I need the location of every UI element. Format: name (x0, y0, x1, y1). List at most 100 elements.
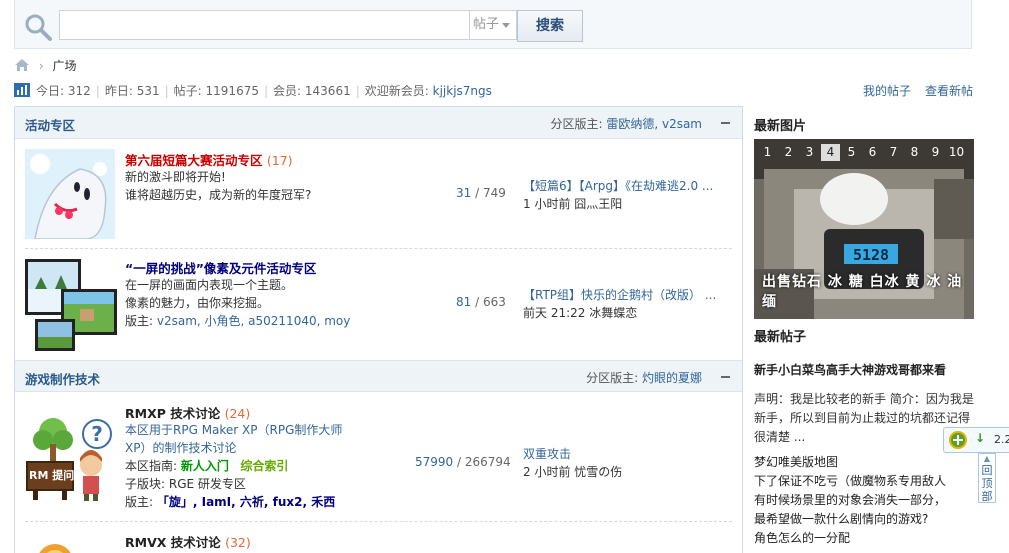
forum-mods-links[interactable]: 「旋」, IamI, 六祈, fux2, 禾西 (157, 495, 335, 509)
stats-posts: 1191675 (205, 84, 259, 98)
forum-row: 第六届短篇大赛活动专区 (17) 新的激斗即将开始! 谁将超越历史，成为新的年度… (15, 139, 742, 247)
forum-row: ? RM 提问 RMXP 技术讨论 (24) 本区用于RPG Maker XP（… (15, 392, 742, 520)
share-widget[interactable]: ↓ 2.2 (943, 427, 1009, 453)
list-item[interactable]: 角色怎么的一分配 (754, 529, 976, 548)
forum-desc-link[interactable]: XP）的制作技术讨论 (125, 441, 236, 455)
chevron-down-icon (502, 23, 510, 28)
category-mod-link[interactable]: 灼眼的夏娜 (642, 371, 702, 385)
guide-link-newbie[interactable]: 新人入门 (181, 459, 229, 473)
category-title[interactable]: 游戏制作技术 (25, 369, 100, 388)
stats-yesterday-label: 昨日: (104, 84, 133, 98)
forum-name-link[interactable]: RMVX 技术讨论 (32) (125, 532, 251, 551)
image-slider[interactable]: 5 12 8 1 2 3 4 5 6 7 8 9 10 出售钻石 冰 糖 白冰 黄 冰 油 缅 (754, 139, 974, 319)
forum-last-post: 双重攻击 2 小时前 忧雪の伤 (523, 445, 622, 481)
slider-page-8[interactable]: 8 (905, 144, 924, 161)
breadcrumb: › 广场 (14, 58, 76, 74)
slider-page-7[interactable]: 7 (884, 144, 903, 161)
forum-count-separator: / (471, 186, 483, 200)
slider-page-10[interactable]: 10 (947, 144, 966, 161)
plus-icon[interactable] (948, 430, 968, 450)
subforum-link[interactable]: RGE 研发专区 (169, 477, 246, 491)
forum-icon-rmvx[interactable] (25, 532, 85, 553)
user-links: 我的帖子 查看新帖 (849, 83, 973, 99)
list-item[interactable]: 梦幻唯美版地图 (754, 453, 976, 472)
forum-desc-line: 新的激斗即将开始! (125, 170, 226, 184)
stats-yesterday: 531 (136, 84, 160, 98)
slider-page-3[interactable]: 3 (800, 144, 819, 161)
newest-member-link[interactable]: kjjkjs7ngs (433, 84, 492, 98)
arrow-down-icon: ↓ (975, 431, 986, 445)
forum-count-separator: / (453, 455, 465, 469)
stats-members-label: 会员: (273, 84, 302, 98)
forum-desc-line: 像素的魅力，由你来挖掘。 (125, 296, 270, 310)
last-post-title-link[interactable]: 双重攻击 (523, 447, 571, 461)
category-moderators: 分区版主: 灼眼的夏娜 (586, 369, 702, 386)
forum-name-link[interactable]: “一屏的挑战”像素及元件活动专区 (125, 258, 316, 277)
slider-page-6[interactable]: 6 (863, 144, 882, 161)
collapse-icon[interactable] (721, 376, 730, 378)
search-button[interactable]: 搜索 (517, 10, 583, 42)
category-header-activity: 活动专区 分区版主: 雷欧纳德, v2sam (15, 107, 742, 139)
slider-page-9[interactable]: 9 (926, 144, 945, 161)
forum-icon-short-contest[interactable] (25, 149, 115, 239)
search-type-label: 帖子 (473, 17, 500, 32)
category-mod-link[interactable]: 雷欧纳德 (606, 117, 654, 131)
breadcrumb-current: 广场 (52, 59, 77, 73)
forum-list: 活动专区 分区版主: 雷欧纳德, v2sam 第六届短篇大赛活动专区 (17) … (14, 106, 743, 553)
last-post-user-link[interactable]: 忧雪の伤 (574, 465, 622, 479)
stats-today-label: 今日: (36, 84, 65, 98)
search-input[interactable] (59, 10, 469, 40)
forum-desc-link[interactable]: 本区用于RPG Maker XP（RPG制作大师 (125, 423, 342, 437)
list-item[interactable]: 下了保证不吃亏（做魔物系专用敌人 (754, 472, 976, 491)
forum-today-count: (24) (224, 406, 251, 421)
search-bar: 帖子 搜索 (14, 0, 972, 49)
forum-desc-line: 在一屏的画面内表现一个主题。 (125, 278, 294, 292)
slider-caption[interactable]: 出售钻石 冰 糖 白冰 黄 冰 油 缅 (762, 271, 974, 311)
forum-description: 本区用于RPG Maker XP（RPG制作大师 XP）的制作技术讨论 本区指南… (125, 421, 342, 511)
back-to-top-button[interactable]: ▲ 回顶部 (978, 453, 996, 503)
last-post-title-link[interactable]: 【短篇6】【Arpg】《在劫难逃2.0 ... (523, 179, 713, 193)
forum-last-post: 【短篇6】【Arpg】《在劫难逃2.0 ... 1 小时前 囧灬王阳 (523, 177, 713, 213)
search-type-dropdown[interactable]: 帖子 (469, 10, 517, 40)
hot-post-title[interactable]: 新手小白菜鸟高手大神游戏哥都来看 (754, 361, 976, 380)
share-count: 2.2 (994, 433, 1009, 446)
slider-page-4[interactable]: 4 (821, 144, 840, 161)
new-posts-link[interactable]: 查看新帖 (925, 84, 973, 98)
my-posts-link[interactable]: 我的帖子 (863, 84, 911, 98)
forum-name: 第六届短篇大赛活动专区 (125, 153, 263, 168)
home-icon[interactable] (14, 58, 30, 72)
forum-name-link[interactable]: RMXP 技术讨论 (24) (125, 403, 250, 422)
forum-counts: 81 / 663 (456, 295, 506, 309)
last-post-title-link[interactable]: 【RTP组】快乐的企鹅村（改版） ... (523, 288, 716, 302)
forum-mods-links[interactable]: v2sam, 小角色, a50211040, moy (157, 314, 350, 328)
forum-guide-label: 本区指南: (125, 459, 178, 473)
category-mod-link[interactable]: v2sam (662, 117, 702, 131)
slider-page-1[interactable]: 1 (758, 144, 777, 161)
forum-name-link[interactable]: 第六届短篇大赛活动专区 (17) (125, 150, 293, 169)
forum-name: “一屏的挑战”像素及元件活动专区 (125, 261, 317, 276)
forum-stats: 今日: 312 | 昨日: 531 | 帖子: 1191675 | 会员: 143661 | 欢… (14, 83, 492, 99)
back-to-top-label: 回顶部 (981, 464, 993, 503)
slider-pager: 1 2 3 4 5 6 7 8 9 10 (758, 144, 968, 161)
arrow-up-icon: ▲ (983, 454, 991, 463)
forum-today-count: (32) (225, 535, 251, 550)
guide-link-index[interactable]: 综合索引 (240, 459, 288, 473)
latest-posts-title: 最新帖子 (754, 330, 807, 345)
slider-page-5[interactable]: 5 (842, 144, 861, 161)
list-item[interactable]: 有时候场景里的对象会消失一部分， (754, 491, 976, 510)
last-post-user-link[interactable]: 囧灬王阳 (574, 197, 622, 211)
last-post-user-link[interactable]: 冰舞蝶恋 (589, 306, 637, 320)
forum-last-post: 【RTP组】快乐的企鹅村（改版） ... 前天 21:22 冰舞蝶恋 (523, 286, 716, 322)
forum-description: 新的激斗即将开始! 谁将超越历史，成为新的年度冠军? (125, 168, 311, 204)
forum-icon-label: RM 提问 (29, 469, 75, 482)
slider-page-2[interactable]: 2 (779, 144, 798, 161)
collapse-icon[interactable] (721, 122, 730, 124)
category-title[interactable]: 活动专区 (25, 115, 75, 134)
svg-text:?: ? (91, 422, 103, 446)
forum-row: “一屏的挑战”像素及元件活动专区 在一屏的画面内表现一个主题。 像素的魅力，由你… (15, 249, 742, 359)
forum-today-count: (17) (266, 153, 293, 168)
forum-icon-pixel-challenge[interactable] (25, 259, 117, 351)
stats-today: 312 (67, 84, 91, 98)
forum-icon-rm-question[interactable]: ? (25, 410, 117, 502)
list-item[interactable]: 最希望做一款什么剧情向的游戏? (754, 510, 976, 529)
